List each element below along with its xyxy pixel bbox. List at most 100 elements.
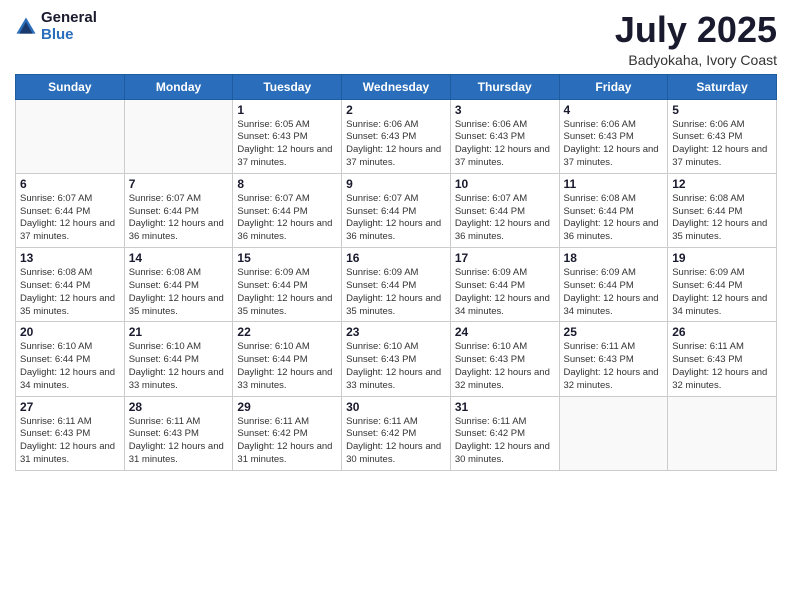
weekday-header-friday: Friday: [559, 74, 668, 99]
calendar-cell: [16, 99, 125, 173]
calendar-cell: 26 Sunrise: 6:11 AMSunset: 6:43 PMDayligh…: [668, 322, 777, 396]
day-number: 17: [455, 251, 555, 265]
logo-blue-text: Blue: [41, 27, 97, 44]
calendar-cell: 5 Sunrise: 6:06 AMSunset: 6:43 PMDaylight…: [668, 99, 777, 173]
calendar-cell: 13Sunrise: 6:08 AMSunset: 6:44 PMDayligh…: [16, 248, 125, 322]
day-number: 15: [237, 251, 337, 265]
logo-general-text: General: [41, 10, 97, 27]
page: General Blue July 2025 Badyokaha, Ivory …: [0, 0, 792, 612]
day-number: 18: [564, 251, 664, 265]
cell-info: Sunrise: 6:11 AMSunset: 6:43 PMDaylight:…: [564, 341, 664, 392]
cell-info: Sunrise: 6:11 AMSunset: 6:43 PMDaylight:…: [129, 416, 229, 467]
calendar-cell: 6 Sunrise: 6:07 AMSunset: 6:44 PMDaylight…: [16, 173, 125, 247]
day-number: 24: [455, 325, 555, 339]
cell-info: Sunrise: 6:09 AMSunset: 6:44 PMDaylight:…: [237, 267, 337, 318]
cell-info: Sunrise: 6:06 AMSunset: 6:43 PMDaylight:…: [672, 119, 772, 170]
calendar-cell: 9 Sunrise: 6:07 AMSunset: 6:44 PMDaylight…: [342, 173, 451, 247]
header: General Blue July 2025 Badyokaha, Ivory …: [15, 10, 777, 68]
weekday-header-monday: Monday: [124, 74, 233, 99]
calendar-week-row-2: 13Sunrise: 6:08 AMSunset: 6:44 PMDayligh…: [16, 248, 777, 322]
calendar-cell: [124, 99, 233, 173]
calendar-cell: 18 Sunrise: 6:09 AMSunset: 6:44 PMDayligh…: [559, 248, 668, 322]
day-number: 27: [20, 400, 120, 414]
day-number: 31: [455, 400, 555, 414]
calendar-week-row-3: 20 Sunrise: 6:10 AMSunset: 6:44 PMDayligh…: [16, 322, 777, 396]
calendar-cell: 10 Sunrise: 6:07 AMSunset: 6:44 PMDayligh…: [450, 173, 559, 247]
calendar-cell: 3 Sunrise: 6:06 AMSunset: 6:43 PMDaylight…: [450, 99, 559, 173]
cell-info: Sunrise: 6:08 AMSunset: 6:44 PMDaylight:…: [672, 193, 772, 244]
day-number: 22: [237, 325, 337, 339]
day-number: 29: [237, 400, 337, 414]
cell-info: Sunrise: 6:07 AMSunset: 6:44 PMDaylight:…: [455, 193, 555, 244]
cell-info: Sunrise: 6:05 AMSunset: 6:43 PMDaylight:…: [237, 119, 337, 170]
cell-info: Sunrise: 6:07 AMSunset: 6:44 PMDaylight:…: [237, 193, 337, 244]
cell-info: Sunrise: 6:10 AMSunset: 6:43 PMDaylight:…: [346, 341, 446, 392]
title-block: July 2025 Badyokaha, Ivory Coast: [615, 10, 777, 68]
cell-info: Sunrise: 6:09 AMSunset: 6:44 PMDaylight:…: [672, 267, 772, 318]
cell-info: Sunrise: 6:09 AMSunset: 6:44 PMDaylight:…: [346, 267, 446, 318]
day-number: 3: [455, 103, 555, 117]
day-number: 4: [564, 103, 664, 117]
logo-icon: [15, 16, 37, 38]
day-number: 1: [237, 103, 337, 117]
day-number: 28: [129, 400, 229, 414]
calendar-cell: 29Sunrise: 6:11 AMSunset: 6:42 PMDayligh…: [233, 396, 342, 470]
day-number: 14: [129, 251, 229, 265]
weekday-header-row: SundayMondayTuesdayWednesdayThursdayFrid…: [16, 74, 777, 99]
day-number: 2: [346, 103, 446, 117]
cell-info: Sunrise: 6:08 AMSunset: 6:44 PMDaylight:…: [564, 193, 664, 244]
cell-info: Sunrise: 6:07 AMSunset: 6:44 PMDaylight:…: [20, 193, 120, 244]
calendar-cell: 2Sunrise: 6:06 AMSunset: 6:43 PMDaylight…: [342, 99, 451, 173]
day-number: 25: [564, 325, 664, 339]
cell-info: Sunrise: 6:07 AMSunset: 6:44 PMDaylight:…: [346, 193, 446, 244]
day-number: 10: [455, 177, 555, 191]
calendar-cell: 27 Sunrise: 6:11 AMSunset: 6:43 PMDayligh…: [16, 396, 125, 470]
calendar-cell: 4 Sunrise: 6:06 AMSunset: 6:43 PMDaylight…: [559, 99, 668, 173]
calendar-week-row-1: 6 Sunrise: 6:07 AMSunset: 6:44 PMDaylight…: [16, 173, 777, 247]
cell-info: Sunrise: 6:09 AMSunset: 6:44 PMDaylight:…: [564, 267, 664, 318]
calendar-cell: [559, 396, 668, 470]
calendar-cell: 11Sunrise: 6:08 AMSunset: 6:44 PMDayligh…: [559, 173, 668, 247]
calendar-cell: 17 Sunrise: 6:09 AMSunset: 6:44 PMDayligh…: [450, 248, 559, 322]
calendar-cell: 16 Sunrise: 6:09 AMSunset: 6:44 PMDayligh…: [342, 248, 451, 322]
logo-text: General Blue: [41, 10, 97, 43]
day-number: 23: [346, 325, 446, 339]
calendar-cell: 28 Sunrise: 6:11 AMSunset: 6:43 PMDayligh…: [124, 396, 233, 470]
day-number: 26: [672, 325, 772, 339]
calendar-cell: 20 Sunrise: 6:10 AMSunset: 6:44 PMDayligh…: [16, 322, 125, 396]
day-number: 20: [20, 325, 120, 339]
cell-info: Sunrise: 6:08 AMSunset: 6:44 PMDaylight:…: [129, 267, 229, 318]
weekday-header-sunday: Sunday: [16, 74, 125, 99]
calendar-cell: 7 Sunrise: 6:07 AMSunset: 6:44 PMDaylight…: [124, 173, 233, 247]
calendar-cell: 24Sunrise: 6:10 AMSunset: 6:43 PMDayligh…: [450, 322, 559, 396]
weekday-header-wednesday: Wednesday: [342, 74, 451, 99]
calendar-cell: 8 Sunrise: 6:07 AMSunset: 6:44 PMDaylight…: [233, 173, 342, 247]
weekday-header-thursday: Thursday: [450, 74, 559, 99]
cell-info: Sunrise: 6:08 AMSunset: 6:44 PMDaylight:…: [20, 267, 120, 318]
weekday-header-tuesday: Tuesday: [233, 74, 342, 99]
calendar-title: July 2025: [615, 10, 777, 50]
cell-info: Sunrise: 6:06 AMSunset: 6:43 PMDaylight:…: [455, 119, 555, 170]
day-number: 21: [129, 325, 229, 339]
day-number: 12: [672, 177, 772, 191]
cell-info: Sunrise: 6:11 AMSunset: 6:43 PMDaylight:…: [20, 416, 120, 467]
logo: General Blue: [15, 10, 97, 43]
cell-info: Sunrise: 6:07 AMSunset: 6:44 PMDaylight:…: [129, 193, 229, 244]
day-number: 16: [346, 251, 446, 265]
cell-info: Sunrise: 6:09 AMSunset: 6:44 PMDaylight:…: [455, 267, 555, 318]
calendar-cell: 30Sunrise: 6:11 AMSunset: 6:42 PMDayligh…: [342, 396, 451, 470]
cell-info: Sunrise: 6:11 AMSunset: 6:43 PMDaylight:…: [672, 341, 772, 392]
calendar-table: SundayMondayTuesdayWednesdayThursdayFrid…: [15, 74, 777, 471]
calendar-cell: 15 Sunrise: 6:09 AMSunset: 6:44 PMDayligh…: [233, 248, 342, 322]
cell-info: Sunrise: 6:10 AMSunset: 6:44 PMDaylight:…: [237, 341, 337, 392]
calendar-cell: 19Sunrise: 6:09 AMSunset: 6:44 PMDayligh…: [668, 248, 777, 322]
cell-info: Sunrise: 6:11 AMSunset: 6:42 PMDaylight:…: [455, 416, 555, 467]
day-number: 5: [672, 103, 772, 117]
day-number: 9: [346, 177, 446, 191]
calendar-cell: 25 Sunrise: 6:11 AMSunset: 6:43 PMDayligh…: [559, 322, 668, 396]
cell-info: Sunrise: 6:10 AMSunset: 6:44 PMDaylight:…: [20, 341, 120, 392]
day-number: 6: [20, 177, 120, 191]
day-number: 8: [237, 177, 337, 191]
day-number: 7: [129, 177, 229, 191]
cell-info: Sunrise: 6:06 AMSunset: 6:43 PMDaylight:…: [564, 119, 664, 170]
